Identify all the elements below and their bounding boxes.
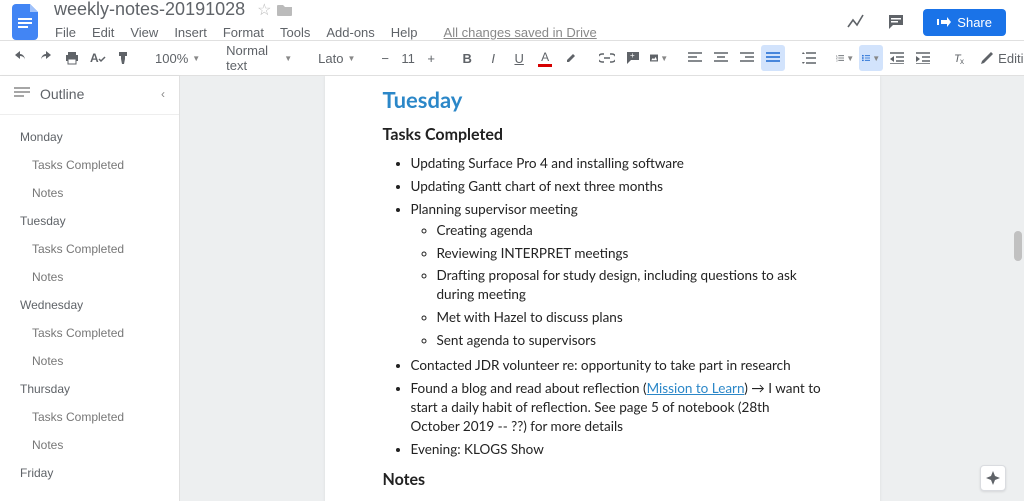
increase-indent-icon[interactable] — [911, 45, 935, 71]
outline-panel: Outline ‹ Monday Tasks Completed Notes T… — [0, 76, 180, 501]
align-left-icon[interactable] — [683, 45, 707, 71]
italic-icon[interactable]: I — [481, 45, 505, 71]
outline-item[interactable]: Tasks Completed — [0, 151, 179, 179]
list-item[interactable]: Met with Hazel to discuss plans — [437, 306, 822, 329]
comments-icon[interactable] — [883, 9, 909, 35]
clear-formatting-icon[interactable]: Tx — [947, 45, 971, 71]
undo-icon[interactable] — [8, 45, 32, 71]
list-item[interactable]: Sent agenda to supervisors — [437, 329, 822, 352]
move-folder-icon[interactable] — [277, 3, 293, 17]
list-item[interactable]: Planning supervisor meeting Creating age… — [411, 198, 822, 354]
list-item[interactable]: Found a blog and read about reflection (… — [411, 377, 822, 438]
bulleted-list-icon[interactable]: ▼ — [859, 45, 883, 71]
pencil-icon — [980, 51, 994, 65]
numbered-list-icon[interactable]: 123▼ — [833, 45, 857, 71]
outline-item[interactable]: Notes — [0, 179, 179, 207]
outline-item[interactable]: Tasks Completed — [0, 319, 179, 347]
font-size-value: 11 — [401, 51, 415, 66]
share-label: Share — [957, 15, 992, 30]
heading-notes[interactable]: Notes — [383, 470, 822, 489]
spellcheck-icon[interactable]: A — [86, 45, 110, 71]
bold-icon[interactable]: B — [455, 45, 479, 71]
editing-mode-dropdown[interactable]: Editing ▼ — [973, 45, 1024, 71]
activity-icon[interactable] — [843, 9, 869, 35]
font-size-increase[interactable]: + — [419, 45, 443, 71]
document-title[interactable]: weekly-notes-20191028 — [48, 0, 251, 22]
star-icon[interactable]: ☆ — [257, 0, 271, 20]
outline-item[interactable]: Thursday — [0, 375, 179, 403]
list-item[interactable]: Drafting proposal for study design, incl… — [437, 264, 822, 306]
image-icon[interactable]: ▼ — [647, 45, 671, 71]
align-justify-icon[interactable] — [761, 45, 785, 71]
editing-label: Editing — [998, 51, 1024, 66]
scrollbar[interactable] — [1010, 76, 1024, 501]
list-item[interactable]: Creating agenda — [437, 219, 822, 242]
svg-text:+: + — [630, 51, 635, 60]
page[interactable]: Tuesday Tasks Completed Updating Surface… — [325, 76, 880, 501]
outline-item[interactable]: Tasks Completed — [0, 403, 179, 431]
align-center-icon[interactable] — [709, 45, 733, 71]
mission-to-learn-link[interactable]: Mission to Learn — [647, 380, 745, 396]
explore-button[interactable] — [980, 465, 1006, 491]
document-canvas[interactable]: Tuesday Tasks Completed Updating Surface… — [180, 76, 1024, 501]
list-item[interactable]: Updating Gantt chart of next three month… — [411, 175, 822, 198]
text-color-icon[interactable]: A — [533, 45, 557, 71]
style-dropdown[interactable]: Normal text▼ — [219, 45, 299, 71]
outline-item[interactable]: Wednesday — [0, 291, 179, 319]
zoom-value: 100% — [155, 51, 188, 66]
underline-icon[interactable]: U — [507, 45, 531, 71]
font-size-decrease[interactable]: − — [373, 45, 397, 71]
svg-text:3: 3 — [836, 58, 838, 62]
list-text: Planning supervisor meeting — [411, 201, 578, 217]
paint-format-icon[interactable] — [112, 45, 136, 71]
list-item[interactable]: Evening: KLOGS Show — [411, 438, 822, 461]
outline-title: Outline — [40, 86, 161, 102]
font-value: Lato — [318, 51, 343, 66]
heading-day[interactable]: Tuesday — [383, 86, 822, 113]
list-item[interactable]: Reviewing INTERPRET meetings — [437, 242, 822, 265]
task-list[interactable]: Updating Surface Pro 4 and installing so… — [411, 152, 822, 460]
font-size[interactable]: 11 — [399, 45, 417, 71]
line-spacing-icon[interactable] — [797, 45, 821, 71]
highlight-color-icon[interactable] — [559, 45, 583, 71]
svg-text:A: A — [90, 51, 99, 65]
content-area: Outline ‹ Monday Tasks Completed Notes T… — [0, 76, 1024, 501]
outline-list: Monday Tasks Completed Notes Tuesday Tas… — [0, 115, 179, 501]
zoom-dropdown[interactable]: 100%▼ — [148, 45, 207, 71]
docs-logo[interactable] — [8, 4, 44, 40]
outline-item[interactable]: Tuesday — [0, 207, 179, 235]
list-item[interactable]: Contacted JDR volunteer re: opportunity … — [411, 354, 822, 377]
toolbar: A 100%▼ Normal text▼ Lato▼ − 11 + B I U … — [0, 40, 1024, 76]
svg-text:x: x — [960, 57, 964, 65]
style-value: Normal text — [226, 43, 280, 73]
outline-item[interactable]: Monday — [0, 123, 179, 151]
list-item[interactable]: Updating Surface Pro 4 and installing so… — [411, 152, 822, 175]
list-text: Found a blog and read about reflection ( — [411, 380, 647, 396]
outline-item[interactable]: Notes — [0, 431, 179, 459]
font-dropdown[interactable]: Lato▼ — [311, 45, 361, 71]
heading-tasks[interactable]: Tasks Completed — [383, 125, 822, 144]
align-right-icon[interactable] — [735, 45, 759, 71]
titlebar: weekly-notes-20191028 ☆ File Edit View I… — [0, 0, 1024, 40]
scrollbar-thumb[interactable] — [1014, 231, 1022, 261]
share-button[interactable]: Share — [923, 9, 1006, 36]
outline-item[interactable]: Tasks Completed — [0, 235, 179, 263]
outline-icon — [14, 87, 30, 101]
link-icon[interactable] — [595, 45, 619, 71]
comment-icon[interactable]: + — [621, 45, 645, 71]
redo-icon[interactable] — [34, 45, 58, 71]
collapse-outline-icon[interactable]: ‹ — [161, 87, 165, 101]
outline-item[interactable]: Friday — [0, 459, 179, 487]
outline-item[interactable]: Notes — [0, 347, 179, 375]
outline-item[interactable]: Notes — [0, 263, 179, 291]
decrease-indent-icon[interactable] — [885, 45, 909, 71]
print-icon[interactable] — [60, 45, 84, 71]
